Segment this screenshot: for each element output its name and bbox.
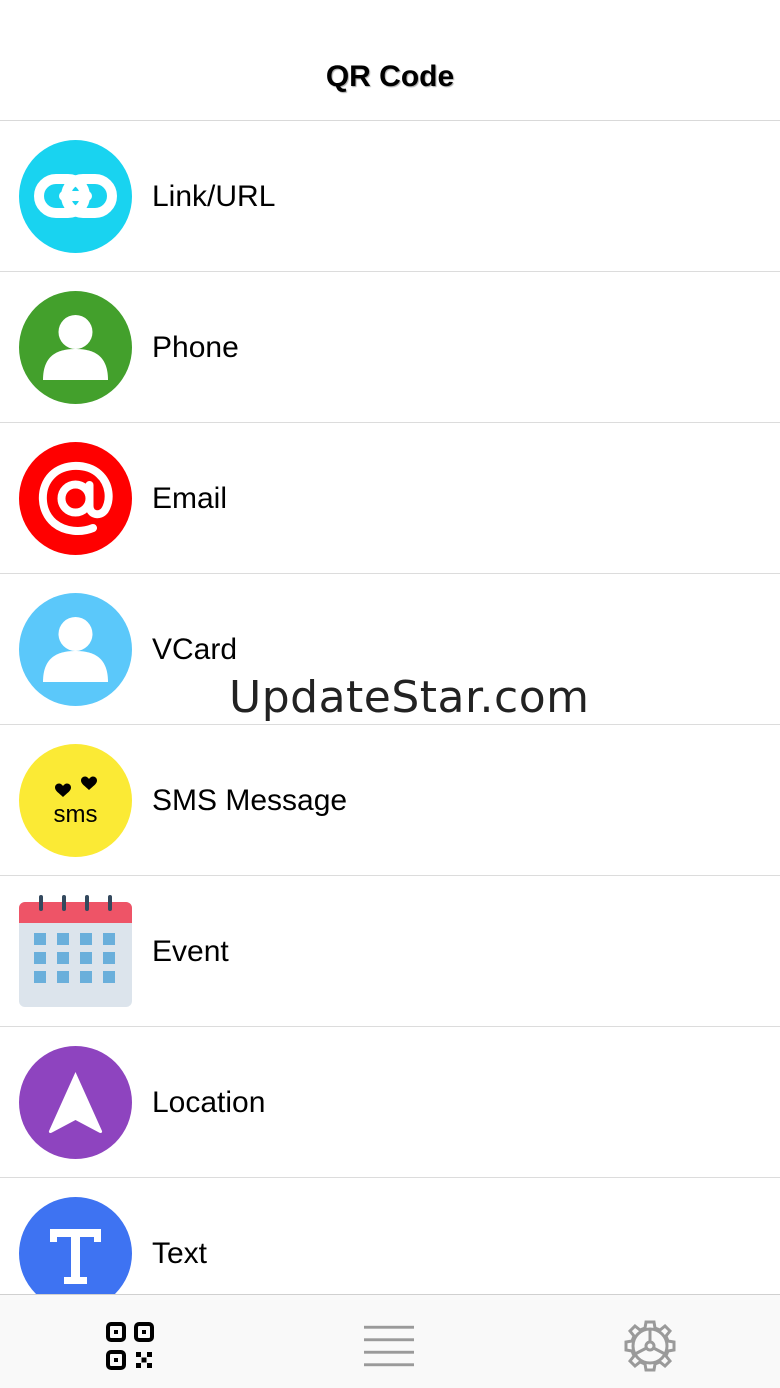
watermark: UpdateStar.com	[229, 672, 590, 723]
list-item-label: Event	[152, 935, 229, 968]
list-item-label: SMS Message	[152, 784, 348, 817]
at-sign-icon	[19, 442, 132, 555]
tab-bar	[0, 1294, 780, 1388]
list-item-label: Link/URL	[152, 180, 276, 213]
list-item-label: Text	[152, 1237, 208, 1270]
tab-settings[interactable]	[622, 1319, 678, 1375]
list-item-sms-message[interactable]: sms SMS Message	[0, 725, 780, 876]
person-icon	[19, 593, 132, 706]
navigation-bar: QR Code	[0, 0, 780, 121]
person-icon	[19, 291, 132, 404]
settings-icon	[624, 1320, 676, 1372]
navigation-arrow-icon	[19, 1046, 132, 1159]
list-item-label: Location	[152, 1086, 266, 1119]
link-icon	[19, 140, 132, 253]
list-item-event[interactable]: Event	[0, 876, 780, 1027]
list-item-location[interactable]: Location	[0, 1027, 780, 1178]
calendar-icon	[19, 895, 132, 1008]
page-title: QR Code	[325, 60, 455, 93]
tab-list[interactable]	[364, 1321, 414, 1371]
list-icon	[364, 1325, 414, 1367]
list-item-label: VCard	[152, 633, 238, 666]
qr-type-list: Link/URL Phone Email VCard sms SMS Messa…	[0, 121, 780, 1329]
sms-icon-text: sms	[54, 801, 98, 828]
list-item-phone[interactable]: Phone	[0, 272, 780, 423]
list-item-label: Phone	[152, 331, 239, 364]
sms-icon: sms	[19, 744, 132, 857]
list-item-label: Email	[152, 482, 228, 515]
list-item-email[interactable]: Email	[0, 423, 780, 574]
qr-code-icon	[106, 1322, 154, 1370]
tab-qr-code[interactable]	[105, 1321, 155, 1371]
list-item-link-url[interactable]: Link/URL	[0, 121, 780, 272]
